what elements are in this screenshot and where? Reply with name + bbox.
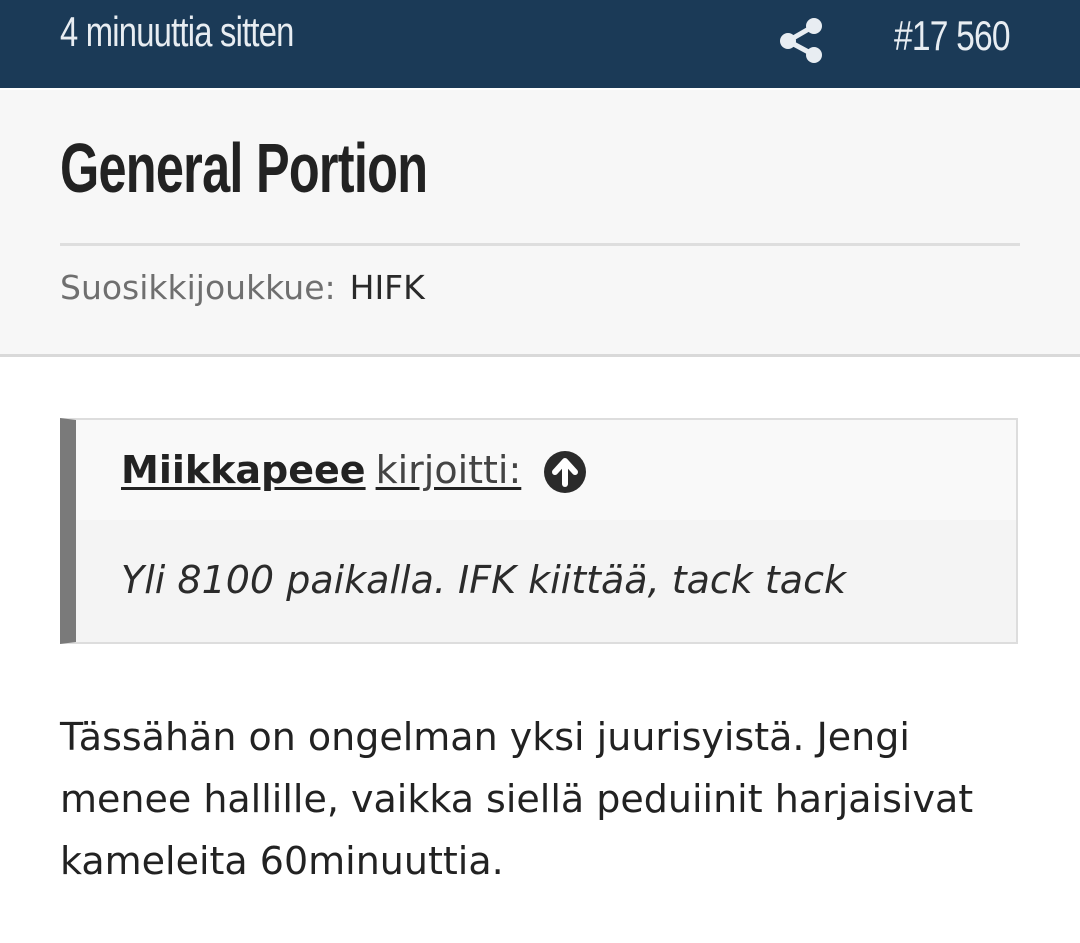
quote-wrote-label: kirjoitti: (375, 448, 522, 492)
post-number[interactable]: #17 560 (894, 12, 1011, 60)
quote-author-name: Miikkapeee (121, 448, 366, 492)
favorite-team-value: HIFK (349, 268, 425, 307)
favorite-team-label: Suosikkijoukkue: (60, 268, 336, 307)
author-username[interactable]: General Portion (60, 128, 428, 208)
quote-author-link[interactable]: Miikkapeee kirjoitti: (121, 448, 521, 492)
quote-header: Miikkapeee kirjoitti: (76, 420, 1016, 520)
post-timestamp[interactable]: 4 minuuttia sitten (60, 8, 294, 56)
post-body-text: Tässähän on ongelman yksi juurisyistä. J… (60, 715, 974, 883)
author-divider (60, 243, 1020, 246)
post-header-bar: 4 minuuttia sitten #17 560 (0, 0, 1080, 88)
favorite-team: Suosikkijoukkue: HIFK (60, 268, 425, 307)
quote-block: Miikkapeee kirjoitti: Yli 8100 paikalla. … (60, 418, 1018, 644)
quote-text: Yli 8100 paikalla. IFK kiittää, tack tac… (121, 558, 846, 602)
share-icon[interactable] (778, 16, 824, 64)
arrow-up-circle-icon[interactable] (544, 451, 586, 493)
author-panel: General Portion Suosikkijoukkue: HIFK (0, 90, 1080, 357)
